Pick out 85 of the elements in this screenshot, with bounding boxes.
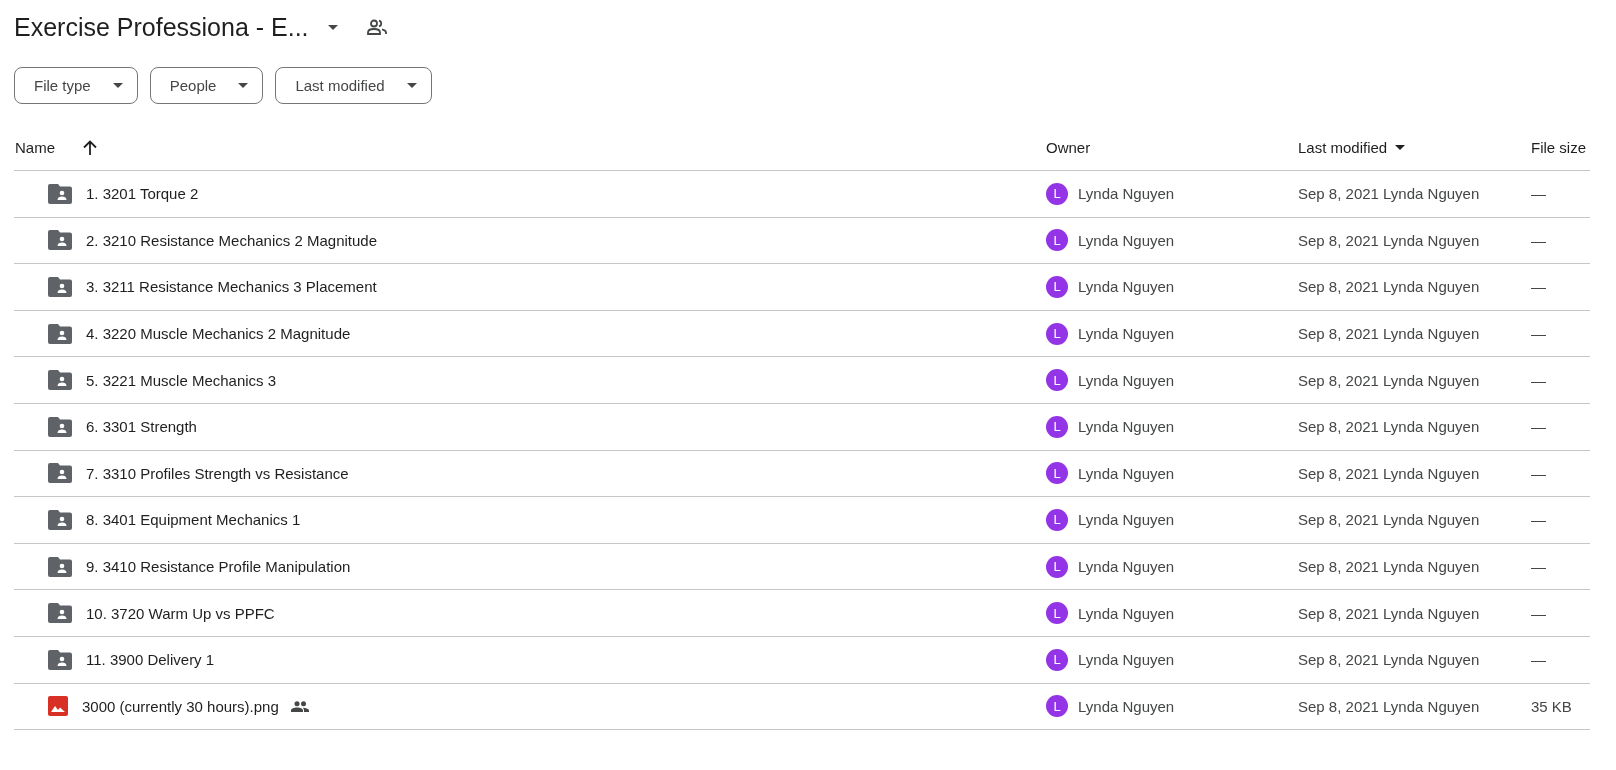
caret-icon xyxy=(327,24,338,30)
file-name[interactable]: 3. 3211 Resistance Mechanics 3 Placement xyxy=(86,278,377,296)
avatar: L xyxy=(1046,555,1068,578)
owner-name: Lynda Nguyen xyxy=(1078,418,1175,436)
modified-date: Sep 8, 2021 Lynda Nguyen xyxy=(1298,697,1481,715)
modified-date: Sep 8, 2021 Lynda Nguyen xyxy=(1298,185,1481,203)
modified-date: Sep 8, 2021 Lynda Nguyen xyxy=(1298,604,1481,622)
owner-name: Lynda Nguyen xyxy=(1078,604,1175,622)
file-size: — xyxy=(1531,511,1547,529)
image-file-icon xyxy=(48,696,68,717)
owner-name: Lynda Nguyen xyxy=(1078,325,1175,343)
file-size: 35 KB xyxy=(1531,697,1573,715)
file-name[interactable]: 1. 3201 Torque 2 xyxy=(86,185,199,203)
file-size: — xyxy=(1531,185,1547,203)
column-header[interactable]: Name xyxy=(15,138,97,156)
file-size: — xyxy=(1531,231,1547,249)
caret-icon xyxy=(112,83,123,88)
folder-title: Exercise Professiona - E... xyxy=(14,12,309,42)
modified-date: Sep 8, 2021 Lynda Nguyen xyxy=(1298,511,1481,529)
owner-name: Lynda Nguyen xyxy=(1078,278,1175,296)
file-name[interactable]: 8. 3401 Equipment Mechanics 1 xyxy=(86,511,301,529)
file-size: — xyxy=(1531,325,1547,343)
file-size: — xyxy=(1531,464,1547,482)
owner-name: Lynda Nguyen xyxy=(1078,371,1175,389)
caret-icon xyxy=(238,83,249,88)
avatar: L xyxy=(1046,415,1068,438)
modified-date: Sep 8, 2021 Lynda Nguyen xyxy=(1298,325,1481,343)
file-name[interactable]: 5. 3221 Muscle Mechanics 3 xyxy=(86,371,277,389)
filter-chip[interactable]: People xyxy=(149,67,264,104)
avatar: L xyxy=(1046,602,1068,625)
owner-name: Lynda Nguyen xyxy=(1078,231,1175,249)
shared-folder-icon xyxy=(48,183,72,204)
file-name[interactable]: 9. 3410 Resistance Profile Manipulation xyxy=(86,558,351,576)
column-header[interactable]: Owner xyxy=(1046,138,1091,156)
modified-date: Sep 8, 2021 Lynda Nguyen xyxy=(1298,558,1481,576)
file-name[interactable]: 7. 3310 Profiles Strength vs Resistance xyxy=(86,464,349,482)
file-size: — xyxy=(1531,278,1547,296)
column-header[interactable]: Last modified xyxy=(1298,138,1406,156)
avatar: L xyxy=(1046,229,1068,252)
shared-folder-icon xyxy=(48,463,72,484)
shared-folder-icon xyxy=(48,323,72,344)
file-size: — xyxy=(1531,558,1547,576)
modified-date: Sep 8, 2021 Lynda Nguyen xyxy=(1298,651,1481,669)
caret-icon xyxy=(406,83,417,88)
shared-folder-icon xyxy=(48,603,72,624)
people-icon xyxy=(366,19,387,35)
avatar: L xyxy=(1046,648,1068,671)
column-header[interactable]: File size xyxy=(1531,138,1586,156)
avatar: L xyxy=(1046,508,1068,531)
owner-name: Lynda Nguyen xyxy=(1078,697,1175,715)
owner-name: Lynda Nguyen xyxy=(1078,651,1175,669)
owner-name: Lynda Nguyen xyxy=(1078,558,1175,576)
shared-folder-icon xyxy=(48,277,72,297)
modified-date: Sep 8, 2021 Lynda Nguyen xyxy=(1298,231,1481,249)
owner-name: Lynda Nguyen xyxy=(1078,464,1175,482)
shared-folder-icon xyxy=(48,509,72,530)
avatar: L xyxy=(1046,462,1068,485)
file-name[interactable]: 6. 3301 Strength xyxy=(86,418,197,436)
modified-date: Sep 8, 2021 Lynda Nguyen xyxy=(1298,371,1481,389)
file-name[interactable]: 4. 3220 Muscle Mechanics 2 Magnitude xyxy=(86,325,351,343)
avatar: L xyxy=(1046,276,1068,298)
owner-name: Lynda Nguyen xyxy=(1078,511,1175,529)
avatar: L xyxy=(1046,182,1068,205)
file-size: — xyxy=(1531,604,1547,622)
file-size: — xyxy=(1531,418,1547,436)
modified-date: Sep 8, 2021 Lynda Nguyen xyxy=(1298,464,1481,482)
filter-chip[interactable]: File type xyxy=(14,67,138,104)
shared-folder-icon xyxy=(48,556,72,577)
modified-date: Sep 8, 2021 Lynda Nguyen xyxy=(1298,418,1481,436)
avatar: L xyxy=(1046,695,1068,718)
avatar: L xyxy=(1046,322,1068,345)
file-size: — xyxy=(1531,651,1547,669)
avatar: L xyxy=(1046,369,1068,392)
file-name[interactable]: 10. 3720 Warm Up vs PPFC xyxy=(86,604,275,622)
file-name[interactable]: 3000 (currently 30 hours).png xyxy=(82,697,279,715)
file-size: — xyxy=(1531,371,1547,389)
modified-date: Sep 8, 2021 Lynda Nguyen xyxy=(1298,278,1481,296)
shared-folder-icon xyxy=(48,416,72,437)
filter-chip[interactable]: Last modified xyxy=(275,67,432,104)
file-name[interactable]: 2. 3210 Resistance Mechanics 2 Magnitude xyxy=(86,231,377,249)
shared-folder-icon xyxy=(48,649,72,670)
shared-folder-icon xyxy=(48,230,72,251)
owner-name: Lynda Nguyen xyxy=(1078,185,1175,203)
file-name[interactable]: 11. 3900 Delivery 1 xyxy=(86,651,215,669)
shared-folder-icon xyxy=(48,370,72,391)
